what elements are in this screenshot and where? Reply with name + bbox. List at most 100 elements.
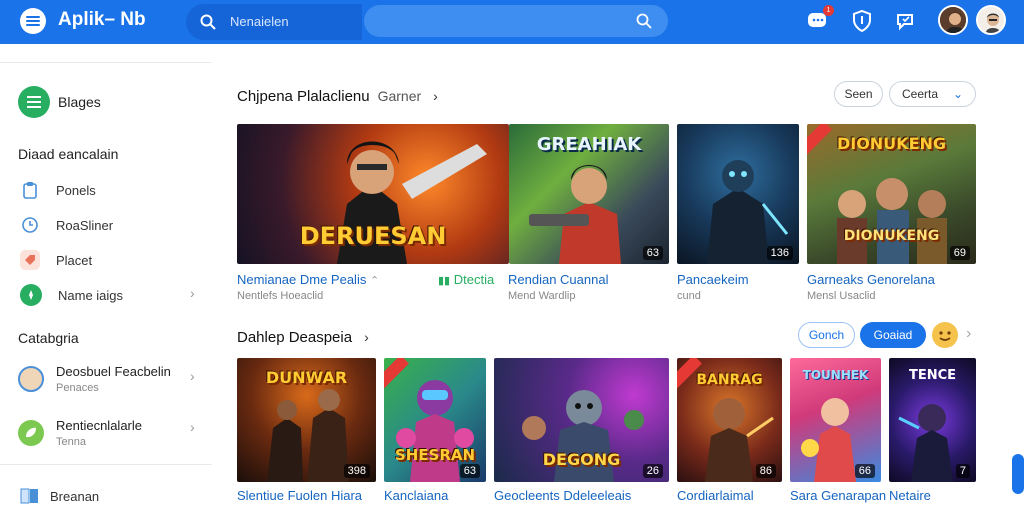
floating-action-button[interactable] (1012, 454, 1024, 494)
game-tag: ▮▮ Dtectia (438, 272, 495, 287)
search-placeholder: Nenaielen (230, 14, 289, 29)
game-title[interactable]: Rendian Cuannal (508, 272, 608, 287)
category-subtitle: Tenna (56, 436, 86, 448)
game-logo: TENCE (908, 368, 957, 383)
chevron-right-icon[interactable]: › (190, 368, 195, 384)
search-submit-icon[interactable] (636, 13, 652, 29)
rating-badge: 63 (459, 464, 480, 478)
game-title[interactable]: Slentiue Fuolen Hiara (237, 488, 362, 503)
game-card[interactable]: SHESRAN 63 (384, 358, 486, 482)
sidebar-item-breanan[interactable]: Breanan (20, 486, 200, 506)
game-card[interactable]: DERUESAN (237, 124, 509, 264)
game-title[interactable]: Kanclaiana (384, 488, 448, 503)
game-subtitle: Mensl Usaclid (807, 290, 876, 302)
game-logo: DERUESAN (299, 222, 447, 250)
sidebar-category-item[interactable]: Deosbuel Feacbelin Penaces (18, 364, 203, 408)
sidebar-category-item[interactable]: Rentiecnlalarle Tenna (18, 418, 203, 462)
sort-dropdown[interactable]: Ceerta ⌄ (889, 81, 976, 107)
sort-dropdown-label: Ceerta (902, 87, 939, 101)
category-subtitle: Penaces (56, 382, 99, 394)
emoji-icon[interactable] (932, 322, 958, 348)
sidebar-item-label: Placet (56, 252, 93, 268)
game-card[interactable]: TOUNHEK 66 (790, 358, 881, 482)
tag-icon (20, 250, 40, 270)
sidebar-item-label: Breanan (50, 488, 100, 504)
sidebar-item-label: RoaSliner (56, 217, 114, 233)
rating-badge: 69 (949, 246, 970, 260)
sidebar-item-label: Ponels (56, 182, 96, 198)
messages-icon[interactable]: 1 (806, 5, 834, 33)
rating-badge: 86 (755, 464, 776, 478)
notification-badge: 1 (823, 5, 834, 16)
game-subtitle: Mend Wardlip (508, 290, 576, 302)
game-subtitle: Nentlefs Hoeaclid (237, 290, 324, 302)
compass-icon (20, 284, 42, 306)
game-card[interactable]: DEGONG 26 (494, 358, 669, 482)
sidebar-section-title: Diaad eancalain (18, 146, 119, 162)
game-card[interactable]: DUNWAR 398 (237, 358, 376, 482)
game-title[interactable]: Nemianae Dme Pealis ⌃ (237, 272, 379, 287)
game-title[interactable]: Garneaks Genorelana (807, 272, 935, 287)
search-bar[interactable] (364, 5, 668, 37)
book-icon (20, 486, 40, 506)
chat-icon[interactable] (894, 9, 918, 33)
section-title[interactable]: Chjpena Plalaclienu Garner › (237, 88, 438, 105)
game-logo: DIONUKENG (836, 134, 947, 153)
game-card[interactable]: DIONUKENG DIONUKENG 69 (807, 124, 976, 264)
search-icon (200, 14, 216, 30)
sidebar-item-placet[interactable]: Placet (20, 250, 200, 270)
sidebar-item-ponels[interactable]: Ponels (20, 180, 200, 200)
chevron-right-icon[interactable]: › (433, 88, 438, 104)
game-logo: DUNWAR (265, 368, 348, 387)
info-icon: ⌃ (369, 275, 380, 287)
sidebar-brand[interactable]: Blages (18, 86, 101, 118)
section-title-text: Dahlep Deaspeia (237, 329, 353, 346)
app-title: Aplik– Nb (58, 9, 146, 30)
category-avatar-icon (18, 366, 44, 392)
menu-icon[interactable] (20, 8, 46, 34)
clock-icon (20, 215, 40, 235)
sidebar-item-roasliner[interactable]: RoaSliner (20, 215, 200, 235)
top-bar: Aplik– Nb Nenaielen 1 (0, 0, 1024, 44)
game-logo: TOUNHEK (802, 368, 869, 382)
game-title[interactable]: Geocleents Ddeleeleais (494, 488, 631, 503)
avatar[interactable] (938, 5, 968, 35)
game-title[interactable]: Sara Genarapan (790, 488, 886, 503)
shield-icon[interactable] (850, 9, 874, 33)
game-card[interactable]: TENCE 7 (889, 358, 976, 482)
chevron-right-icon[interactable]: › (190, 419, 195, 435)
rating-badge: 398 (343, 464, 370, 478)
section-title-text: Chjpena Plalaclienu (237, 88, 370, 105)
sidebar-item-name-iaigs[interactable]: Name iaigs (20, 284, 200, 306)
game-logo-bottom: DIONUKENG (843, 228, 940, 244)
game-title[interactable]: Pancaekeim (677, 272, 749, 287)
sidebar-category-title: Catabgria (18, 330, 79, 346)
category-title: Deosbuel Feacbelin (56, 364, 171, 379)
game-logo: SHESRAN (394, 446, 476, 464)
clipboard-icon (20, 180, 40, 200)
game-card[interactable]: GREAHIAK 63 (509, 124, 669, 264)
avatar-secondary[interactable] (976, 5, 1006, 35)
filter-button[interactable]: Seen (834, 81, 883, 107)
section-subtitle: Garner (377, 88, 422, 104)
tag-icon: ▮▮ (438, 275, 451, 287)
chevron-right-icon[interactable]: › (364, 329, 369, 345)
list-icon (18, 86, 50, 118)
filter-button[interactable]: Gonch (798, 322, 855, 348)
section-title[interactable]: Dahlep Deaspeia › (237, 329, 369, 346)
category-leaf-icon (18, 420, 44, 446)
game-title[interactable]: Cordiarlaimal (677, 488, 754, 503)
game-card[interactable]: 136 (677, 124, 799, 264)
game-logo: GREAHIAK (536, 134, 642, 155)
primary-button[interactable]: Goaiad (860, 322, 926, 348)
rating-badge: 7 (955, 464, 970, 478)
chevron-right-icon[interactable]: › (190, 285, 195, 301)
category-title: Rentiecnlalarle (56, 418, 142, 433)
sidebar-item-label: Name iaigs (58, 287, 124, 303)
game-subtitle: cund (677, 290, 701, 302)
chevron-right-icon[interactable]: › (966, 325, 971, 343)
game-logo: BANRAG (696, 372, 763, 388)
game-title[interactable]: Netaire (889, 488, 931, 503)
game-card[interactable]: BANRAG 86 (677, 358, 782, 482)
search-input[interactable]: Nenaielen (186, 4, 362, 40)
